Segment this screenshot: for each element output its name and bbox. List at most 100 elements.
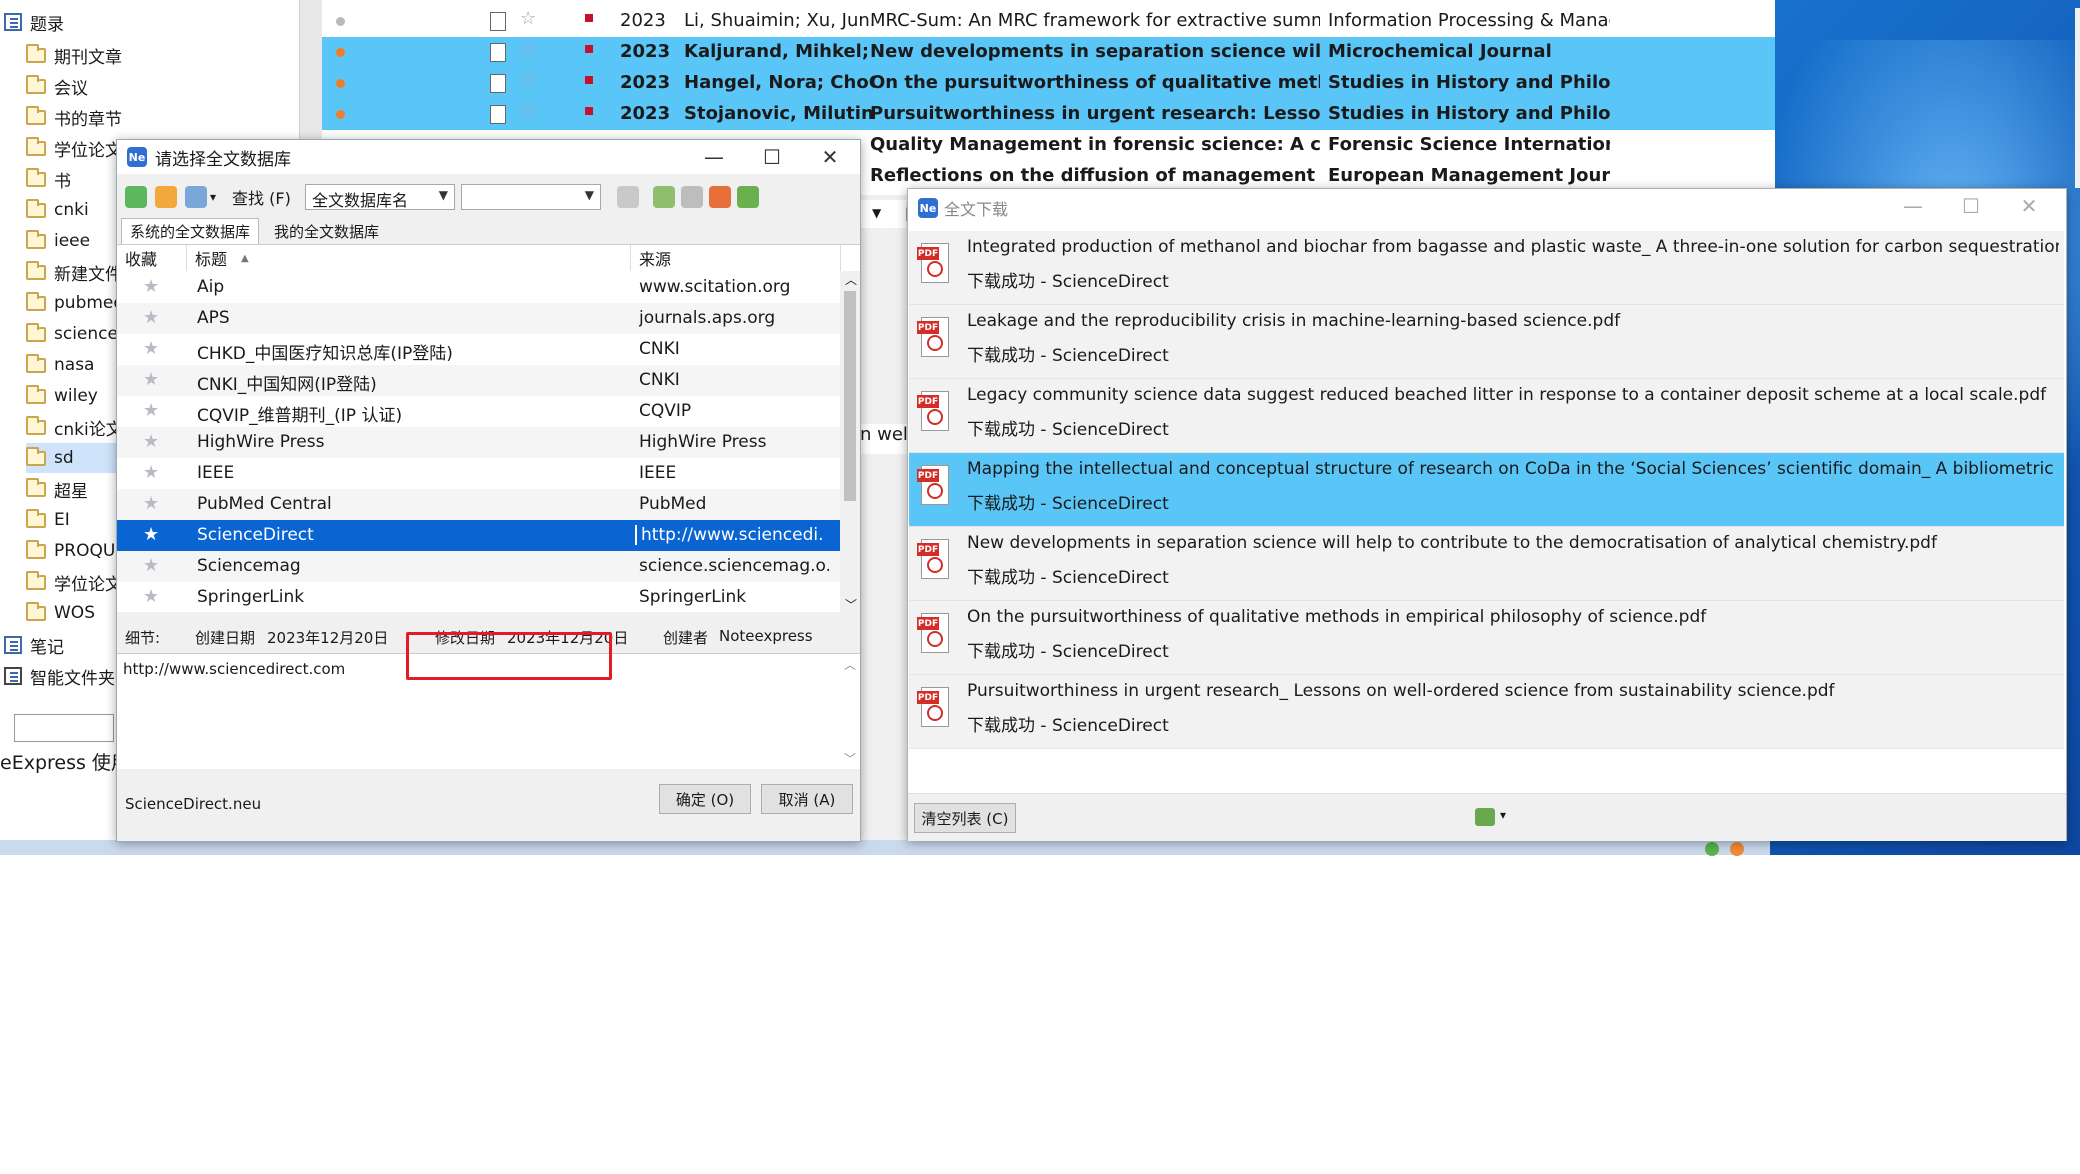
col-title[interactable]: 标题 ▲: [187, 245, 631, 271]
options-icon[interactable]: [1475, 808, 1495, 826]
download-item[interactable]: PDF Pursuitworthiness in urgent research_…: [909, 675, 2064, 749]
favorite-star-icon[interactable]: ★: [143, 524, 159, 545]
dialog2-titlebar: Ne 全文下载 — ☐ ✕: [908, 189, 2066, 227]
tree-notes-item[interactable]: 笔记: [4, 630, 64, 660]
refresh-icon[interactable]: [653, 186, 675, 208]
tree-folder-item[interactable]: 书的章节: [26, 102, 300, 132]
database-row[interactable]: ★ Sciencemag science.sciencemag.o...: [117, 551, 840, 582]
star-icon[interactable]: ☆: [520, 70, 536, 91]
database-row[interactable]: ★ IEEE IEEE: [117, 458, 840, 489]
copy-icon[interactable]: [617, 186, 639, 208]
records-scrollbar[interactable]: ︿ ﹀: [2075, 8, 2080, 188]
document-icon[interactable]: [490, 74, 506, 93]
tree-folder-item[interactable]: 期刊文章: [26, 40, 300, 70]
database-row[interactable]: ★ HighWire Press HighWire Press: [117, 427, 840, 458]
search-field-combo[interactable]: 全文数据库名 ▼: [305, 184, 455, 210]
maximize-button[interactable]: ☐: [1942, 189, 2000, 223]
chevron-down-icon[interactable]: ▾: [1500, 808, 1506, 822]
record-row[interactable]: ☆ 2023 Hangel, Nora; ChoG On the pursuitwor…: [322, 68, 1775, 99]
tree-folder-item[interactable]: 会议: [26, 71, 300, 101]
ok-button[interactable]: 确定 (O): [659, 784, 751, 814]
edit-database-icon[interactable]: [155, 186, 177, 208]
clear-list-button[interactable]: 清空列表 (C): [914, 803, 1016, 833]
tree-folder-label: science: [54, 324, 118, 344]
database-row[interactable]: ★ ScienceDirect http://www.sciencedi...: [117, 520, 840, 551]
favorite-star-icon[interactable]: ★: [143, 462, 159, 483]
document-icon[interactable]: [490, 12, 506, 31]
favorite-star-icon[interactable]: ★: [143, 586, 159, 607]
record-row[interactable]: Quality Management in forensic science: …: [862, 130, 1775, 161]
dropdown-arrow[interactable]: ▼: [860, 200, 906, 228]
database-name: IEEE: [197, 463, 235, 483]
settings-icon[interactable]: [681, 186, 703, 208]
close-button[interactable]: ✕: [801, 140, 859, 174]
favorite-star-icon[interactable]: ★: [143, 493, 159, 514]
database-row[interactable]: ★ Aip www.scitation.org: [117, 272, 840, 303]
record-title: Pursuitworthiness in urgent research: Le…: [870, 103, 1320, 124]
favorite-star-icon[interactable]: ★: [143, 431, 159, 452]
col-favorite[interactable]: 收藏: [117, 245, 187, 271]
add-database-icon[interactable]: [125, 186, 147, 208]
favorite-star-icon[interactable]: ★: [143, 307, 159, 328]
star-icon[interactable]: ☆: [520, 8, 536, 29]
database-source: CNKI: [639, 370, 680, 390]
star-icon[interactable]: ☆: [520, 39, 536, 60]
export-icon[interactable]: [709, 186, 731, 208]
favorite-star-icon[interactable]: ★: [143, 338, 159, 359]
tab-my-databases[interactable]: 我的全文数据库: [265, 218, 388, 244]
favorite-star-icon[interactable]: ★: [143, 369, 159, 390]
database-row[interactable]: ★ SpringerLink SpringerLink: [117, 582, 840, 613]
search-field-value: 全文数据库名: [312, 191, 409, 210]
tab-system-databases[interactable]: 系统的全文数据库: [121, 218, 260, 244]
minimize-button[interactable]: —: [1884, 189, 1942, 223]
sync-icon[interactable]: [737, 186, 759, 208]
database-row[interactable]: ★ PubMed Central PubMed: [117, 489, 840, 520]
favorite-star-icon[interactable]: ★: [143, 276, 159, 297]
record-journal: Microchemical Journal: [1328, 41, 1552, 62]
record-journal: European Management Journal: [1328, 165, 1610, 186]
search-text-combo[interactable]: ▼: [461, 184, 601, 210]
document-icon[interactable]: [490, 105, 506, 124]
created-label: 创建日期: [195, 629, 256, 647]
record-row[interactable]: ☆ 2023 Li, Shuaimin; Xu, Jun... MRC-Sum: An…: [322, 6, 1775, 37]
record-journal: Information Processing & Manag...: [1328, 10, 1610, 31]
database-row[interactable]: ★ CHKD_中国医疗知识总库(IP登陆) CNKI: [117, 334, 840, 365]
document-icon[interactable]: [490, 43, 506, 62]
record-journal: Studies in History and Philosoph: [1328, 72, 1610, 93]
download-item[interactable]: PDF New developments in separation scienc…: [909, 527, 2064, 601]
favorite-star-icon[interactable]: ★: [143, 400, 159, 421]
download-item[interactable]: PDF Legacy community science data suggest…: [909, 379, 2064, 453]
chevron-down-icon[interactable]: ▾: [210, 190, 216, 204]
download-item[interactable]: PDF Leakage and the reproducibility crisi…: [909, 305, 2064, 379]
download-item[interactable]: PDF Mapping the intellectual and conceptu…: [909, 453, 2064, 527]
database-row[interactable]: ★ APS journals.aps.org: [117, 303, 840, 334]
record-row[interactable]: ☆ 2023 Kaljurand, Mihkel; R New development…: [322, 37, 1775, 68]
maximize-button[interactable]: ☐: [743, 140, 801, 174]
minimize-button[interactable]: —: [685, 140, 743, 174]
tree-search-input[interactable]: [14, 714, 114, 742]
database-row[interactable]: ★ CQVIP_维普期刊_(IP 认证) CQVIP: [117, 396, 840, 427]
database-row[interactable]: ★ CNKI_中国知网(IP登陆) CNKI: [117, 365, 840, 396]
cancel-button[interactable]: 取消 (A): [761, 784, 853, 814]
taskbar: [0, 840, 1770, 856]
pdf-icon: PDF: [917, 317, 951, 359]
record-row[interactable]: ☆ 2023 Stojanovic, Milutin Pursuitworthines…: [322, 99, 1775, 130]
database-list-scrollbar[interactable]: ︿ ﹀: [840, 271, 860, 613]
app-icon: Ne: [127, 147, 147, 167]
download-item[interactable]: PDF On the pursuitworthiness of qualitati…: [909, 601, 2064, 675]
col-source[interactable]: 来源: [631, 245, 841, 271]
download-item[interactable]: PDF Integrated production of methanol and…: [909, 231, 2064, 305]
created-value: 2023年12月20日: [267, 629, 389, 647]
tree-root-label: 题录: [30, 14, 64, 35]
tree-smart-folder-item[interactable]: 智能文件夹: [4, 661, 115, 691]
import-database-icon[interactable]: [185, 186, 207, 208]
close-button[interactable]: ✕: [2000, 189, 2058, 223]
pdf-icon: PDF: [917, 687, 951, 729]
tree-root-item[interactable]: 题录: [4, 7, 64, 37]
star-icon[interactable]: ☆: [520, 101, 536, 122]
tree-folder-label: 书的章节: [54, 109, 122, 130]
folder-icon: [26, 105, 46, 125]
record-year: 2023: [620, 72, 671, 93]
database-source: http://www.sciencedi...: [635, 525, 825, 545]
favorite-star-icon[interactable]: ★: [143, 555, 159, 576]
